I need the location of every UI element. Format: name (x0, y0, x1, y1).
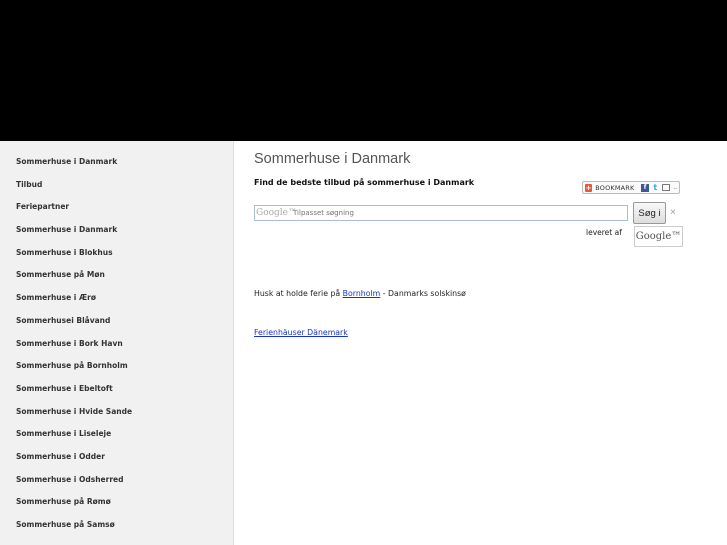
facebook-icon: f (641, 183, 649, 192)
bornholm-text-after: - Danmarks solskinsø (380, 289, 466, 298)
sidebar-item-hvide-sande[interactable]: Sommerhuse i Hvide Sande (0, 404, 233, 427)
twitter-icon: t (653, 182, 658, 192)
powered-by-label: leveret af (586, 228, 622, 237)
sidebar-item-label[interactable]: Sommerhuse på Møn (16, 270, 105, 279)
sidebar-item-blokhus[interactable]: Sommerhuse i Blokhus (0, 245, 233, 268)
sidebar-item-blaavand[interactable]: Sommerhusei Blåvand (0, 313, 233, 336)
sidebar-item-label[interactable]: Sommerhusei Blåvand (16, 316, 110, 325)
sidebar-item-label[interactable]: Sommerhuse i Odder (16, 452, 105, 461)
search-input[interactable] (254, 205, 628, 221)
bornholm-link[interactable]: Bornholm (343, 289, 381, 298)
sidebar-item-odsherred[interactable]: Sommerhuse i Odsherred (0, 472, 233, 495)
sidebar-item-label[interactable]: Feriepartner (16, 202, 69, 211)
sidebar-item-aeroe[interactable]: Sommerhuse i Ærø (0, 290, 233, 313)
sidebar-item-feriepartner[interactable]: Feriepartner (0, 199, 233, 222)
sidebar-item-odder[interactable]: Sommerhuse i Odder (0, 449, 233, 472)
sidebar-item-samsoe[interactable]: Sommerhuse på Samsø (0, 517, 233, 540)
sidebar-item-roemoe[interactable]: Sommerhuse på Rømø (0, 494, 233, 517)
sidebar-item-moen[interactable]: Sommerhuse på Møn (0, 267, 233, 290)
bornholm-text: Husk at holde ferie på Bornholm - Danmar… (254, 289, 466, 298)
mail-icon (661, 184, 671, 191)
sidebar-item-sommerhuse-i-danmark-2[interactable]: Sommerhuse i Danmark (0, 222, 233, 245)
sidebar-item-label[interactable]: Sommerhuse på Bornholm (16, 361, 128, 370)
bookmark-label: BOOKMARK (595, 183, 635, 192)
sidebar-item-liseleje[interactable]: Sommerhuse i Liseleje (0, 426, 233, 449)
sidebar-item-label[interactable]: Sommerhuse på Samsø (16, 520, 115, 529)
sidebar-item-label[interactable]: Sommerhuse i Odsherred (16, 475, 123, 484)
sidebar-item-bork-havn[interactable]: Sommerhuse i Bork Havn (0, 336, 233, 359)
sidebar-menu: Sommerhuse i Danmark Tilbud Feriepartner… (0, 141, 233, 540)
sidebar-item-ebeltoft[interactable]: Sommerhuse i Ebeltoft (0, 381, 233, 404)
sidebar-item-tilbud[interactable]: Tilbud (0, 177, 233, 200)
sidebar-item-label[interactable]: Sommerhuse i Blokhus (16, 248, 113, 257)
sidebar: Sommerhuse i Danmark Tilbud Feriepartner… (0, 141, 234, 545)
search-button[interactable]: Søg i (633, 202, 666, 224)
sidebar-item-sommerhuse-i-danmark[interactable]: Sommerhuse i Danmark (0, 154, 233, 177)
bookmark-button[interactable]: + BOOKMARK f t .. (582, 181, 680, 194)
sidebar-item-label[interactable]: Sommerhuse i Danmark (16, 157, 117, 166)
page-title: Sommerhuse i Danmark (254, 151, 411, 167)
close-icon[interactable]: × (670, 207, 676, 218)
sidebar-item-label[interactable]: Sommerhuse i Danmark (16, 225, 117, 234)
plus-icon: + (585, 183, 593, 192)
sidebar-item-label[interactable]: Sommerhuse på Rømø (16, 497, 111, 506)
sidebar-item-label[interactable]: Sommerhuse i Ærø (16, 293, 96, 302)
sidebar-item-label[interactable]: Sommerhuse i Ebeltoft (16, 384, 113, 393)
bornholm-text-before: Husk at holde ferie på (254, 289, 343, 298)
sidebar-item-label[interactable]: Sommerhuse i Bork Havn (16, 339, 123, 348)
google-logo: Google™ (634, 226, 683, 247)
more-label: .. (673, 184, 678, 191)
ferienhaeuser-link[interactable]: Ferienhäuser Dänemark (254, 328, 348, 337)
sidebar-item-label[interactable]: Sommerhuse i Liseleje (16, 429, 111, 438)
sidebar-item-label[interactable]: Tilbud (16, 180, 42, 189)
page-subtitle: Find de bedste tilbud på sommerhuse i Da… (254, 178, 475, 187)
sidebar-item-label[interactable]: Sommerhuse i Hvide Sande (16, 407, 132, 416)
top-banner (0, 0, 727, 141)
sidebar-item-bornholm[interactable]: Sommerhuse på Bornholm (0, 358, 233, 381)
